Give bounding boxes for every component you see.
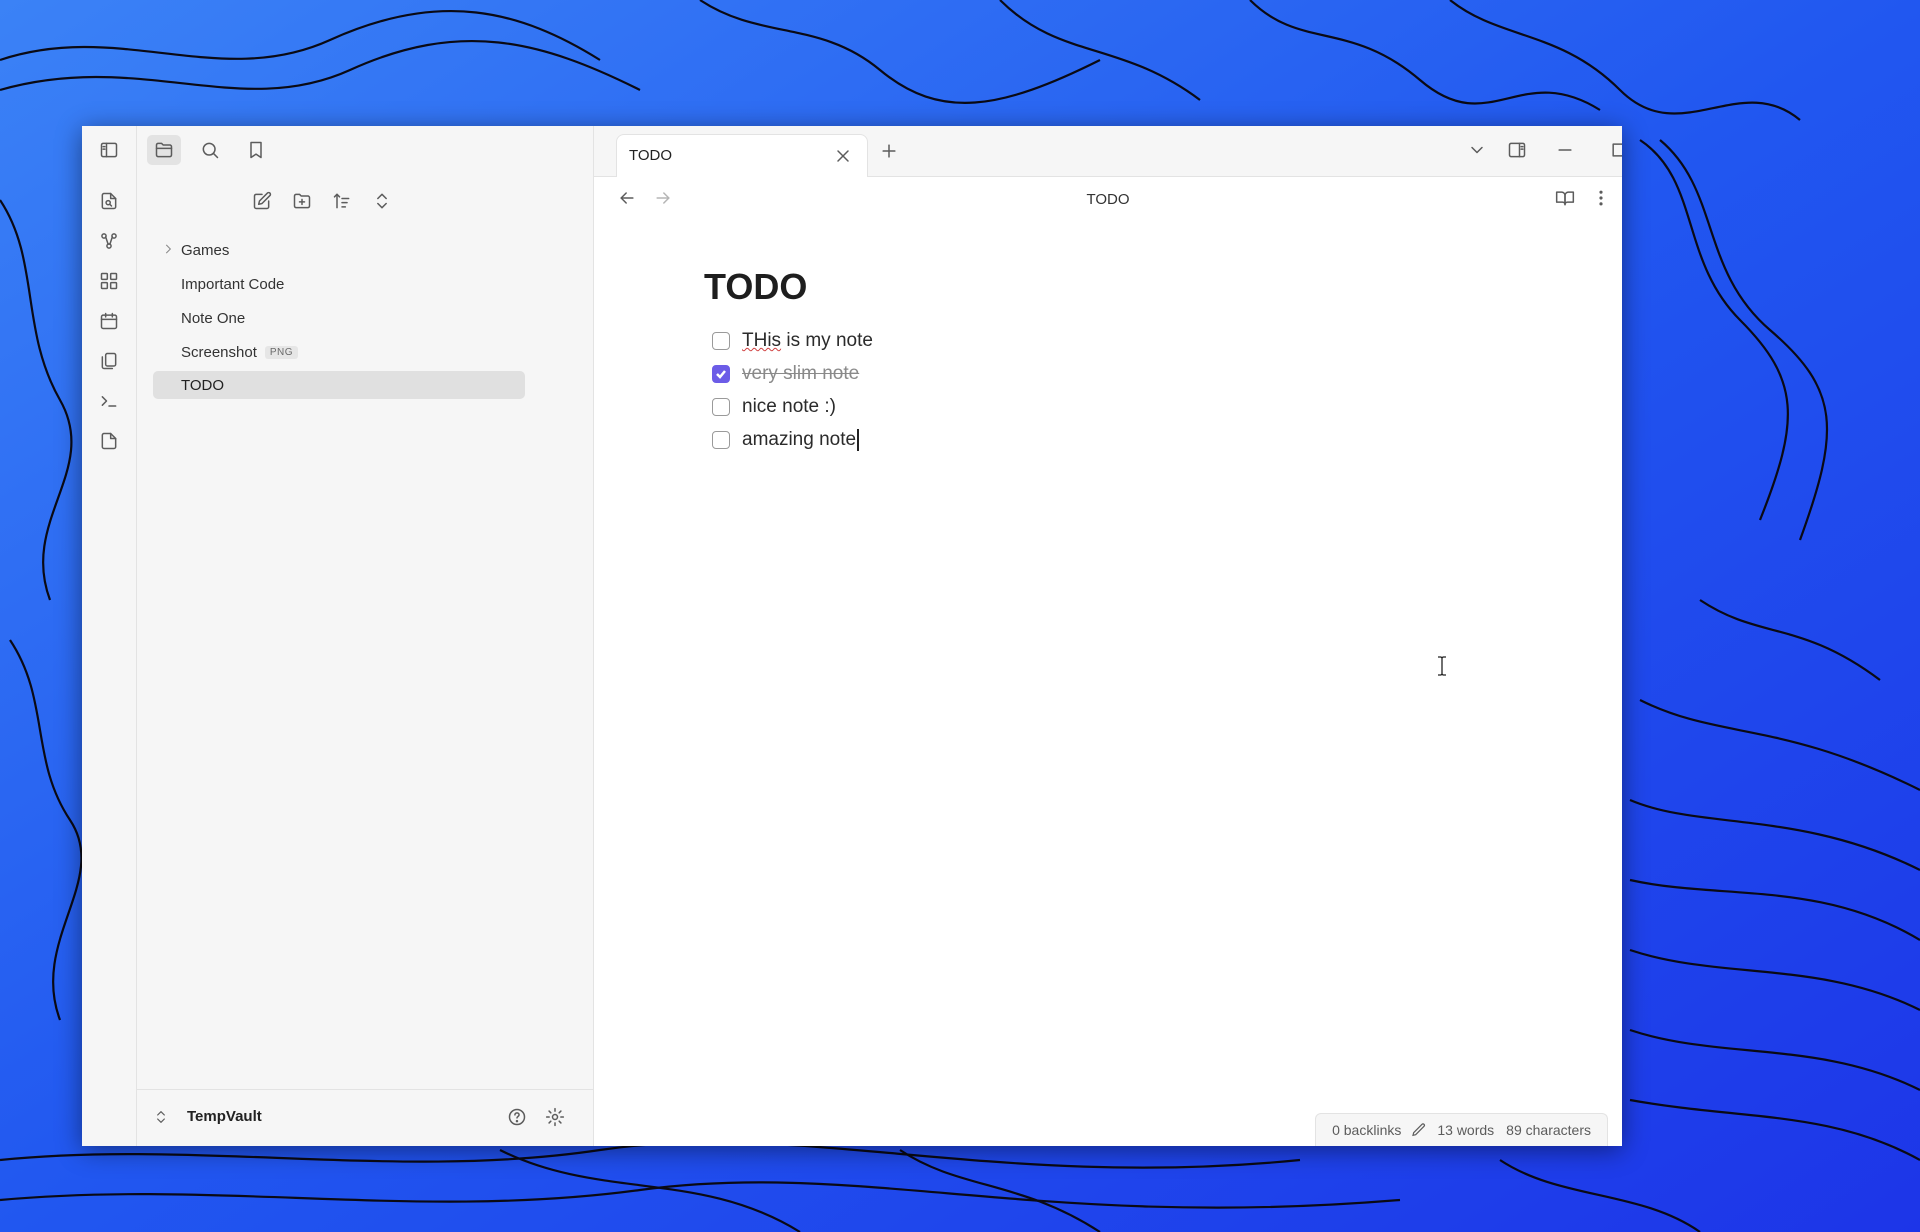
new-tab-plus-icon[interactable]	[872, 136, 906, 166]
file-explorer-sidebar: Games Important Code Note One Screenshot…	[137, 126, 594, 1146]
task-item: THis is my note	[712, 327, 873, 355]
task-text-value: amazing note	[742, 429, 857, 450]
task-checkbox[interactable]	[712, 332, 730, 350]
tree-item-label: Games	[181, 241, 230, 259]
tree-file-note-one[interactable]: Note One	[153, 304, 525, 332]
task-checkbox-checked[interactable]	[712, 365, 730, 383]
tree-file-screenshot[interactable]: Screenshot PNG	[153, 338, 525, 366]
reading-view-book-icon[interactable]	[1548, 183, 1582, 213]
task-checkbox[interactable]	[712, 431, 730, 449]
task-item-done: very slim note	[712, 360, 859, 388]
editor-pane: TODO TODO TODO THis is my note very slim…	[594, 126, 1622, 1146]
document-title[interactable]: TODO	[704, 266, 807, 308]
search-icon[interactable]	[193, 135, 227, 165]
command-palette-icon[interactable]	[92, 386, 126, 416]
task-item: nice note :)	[712, 393, 836, 421]
word-count: 13 words	[1437, 1122, 1495, 1138]
tree-item-label: Important Code	[181, 275, 285, 293]
new-note-action-icon[interactable]	[245, 186, 279, 216]
tab-label: TODO	[629, 147, 673, 164]
tree-folder-games[interactable]: Games	[153, 236, 525, 264]
task-text-rest: is my note	[781, 330, 873, 351]
tree-item-label: Note One	[181, 309, 246, 327]
collapse-all-icon[interactable]	[365, 186, 399, 216]
tree-item-label: TODO	[181, 376, 225, 394]
task-text[interactable]: THis is my note	[742, 330, 873, 352]
backlinks-count[interactable]: 0 backlinks	[1332, 1122, 1401, 1138]
task-text[interactable]: amazing note	[742, 428, 859, 451]
vault-name[interactable]: TempVault	[187, 1108, 262, 1125]
open-quick-switcher-icon[interactable]	[92, 186, 126, 216]
sidebar-tab-strip	[137, 126, 593, 176]
close-tab-icon[interactable]	[829, 141, 857, 171]
status-bar: 0 backlinks 13 words 89 characters	[1315, 1113, 1608, 1146]
graph-view-icon[interactable]	[92, 226, 126, 256]
daily-notes-icon[interactable]	[92, 306, 126, 336]
view-header-title[interactable]: TODO	[594, 191, 1622, 208]
toggle-right-sidebar-icon[interactable]	[1500, 135, 1534, 165]
vault-switcher-bar: TempVault	[137, 1089, 593, 1146]
left-ribbon	[82, 126, 137, 1146]
task-checkbox[interactable]	[712, 398, 730, 416]
misspelled-word: THis	[742, 330, 782, 351]
minimize-icon[interactable]	[1548, 135, 1582, 165]
folder-icon[interactable]	[147, 135, 181, 165]
templates-icon[interactable]	[92, 346, 126, 376]
sort-icon[interactable]	[325, 186, 359, 216]
tab-todo[interactable]: TODO	[616, 134, 868, 177]
chevron-right-icon[interactable]	[161, 242, 175, 256]
file-extension-badge: PNG	[264, 345, 299, 359]
checkmark-icon	[716, 370, 726, 379]
pencil-icon[interactable]	[1411, 1122, 1427, 1138]
new-folder-icon[interactable]	[285, 186, 319, 216]
more-options-icon[interactable]	[1584, 183, 1618, 213]
new-note-icon[interactable]	[92, 426, 126, 456]
toggle-sidebar-icon[interactable]	[92, 135, 126, 165]
tree-file-important-code[interactable]: Important Code	[153, 270, 525, 298]
task-text[interactable]: very slim note	[742, 363, 859, 385]
maximize-icon[interactable]	[1602, 135, 1622, 165]
tree-item-label: Screenshot	[181, 343, 257, 361]
canvas-icon[interactable]	[92, 266, 126, 296]
app-window: Games Important Code Note One Screenshot…	[82, 126, 1622, 1146]
text-caret	[857, 428, 859, 451]
task-item: amazing note	[712, 426, 859, 454]
character-count: 89 characters	[1506, 1122, 1591, 1138]
help-icon[interactable]	[500, 1102, 534, 1132]
tab-list-chevron-down-icon[interactable]	[1460, 135, 1494, 165]
ibeam-cursor-icon	[1438, 656, 1446, 676]
settings-gear-icon[interactable]	[538, 1102, 572, 1132]
bookmark-icon[interactable]	[239, 135, 273, 165]
vault-switch-chevrons-icon[interactable]	[147, 1102, 175, 1132]
tree-file-todo[interactable]: TODO	[153, 371, 525, 399]
task-text[interactable]: nice note :)	[742, 396, 836, 418]
